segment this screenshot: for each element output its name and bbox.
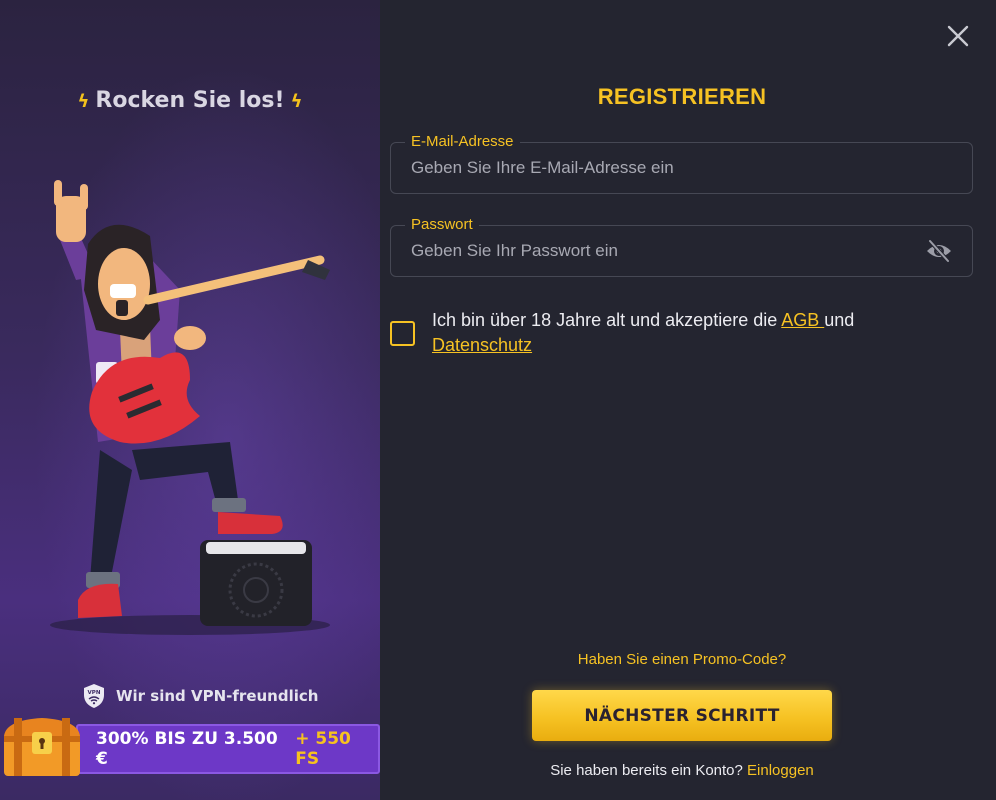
next-step-button[interactable]: NÄCHSTER SCHRITT xyxy=(532,690,832,741)
age-terms-checkbox[interactable] xyxy=(390,321,415,346)
password-field[interactable]: Passwort xyxy=(390,216,973,277)
promo-tagline: ϟ Rocken Sie los! ϟ xyxy=(0,88,380,113)
consent-text: Ich bin über 18 Jahre alt und akzeptiere… xyxy=(432,308,952,358)
vpn-friendly-note: VPN Wir sind VPN-freundlich xyxy=(82,683,318,709)
password-input[interactable] xyxy=(411,226,911,276)
lightning-bolt-icon: ϟ xyxy=(77,91,90,112)
bonus-main-text: 300% BIS ZU 3.500 € xyxy=(96,729,278,769)
privacy-link[interactable]: Datenschutz xyxy=(432,335,532,355)
vpn-shield-icon: VPN xyxy=(84,684,104,708)
vpn-text: Wir sind VPN-freundlich xyxy=(116,687,319,705)
promo-code-link[interactable]: Haben Sie einen Promo-Code? xyxy=(390,651,974,668)
email-input[interactable] xyxy=(411,143,911,193)
login-prompt-row: Sie haben bereits ein Konto? Einloggen xyxy=(390,762,974,779)
consent-text-before: Ich bin über 18 Jahre alt und akzeptiere… xyxy=(432,310,782,330)
close-icon[interactable] xyxy=(946,24,970,48)
welcome-bonus-banner[interactable]: 300% BIS ZU 3.500 € + 550 FS xyxy=(0,718,380,776)
email-field[interactable]: E-Mail-Adresse xyxy=(390,133,973,194)
login-link[interactable]: Einloggen xyxy=(747,762,814,779)
form-title: REGISTRIEREN xyxy=(597,84,767,109)
promo-panel: ϟ Rocken Sie los! ϟ VPN Wir sind VPN-fre… xyxy=(0,0,380,800)
treasure-chest-icon xyxy=(4,718,80,776)
eye-off-icon[interactable] xyxy=(926,239,952,263)
terms-link[interactable]: AGB xyxy=(781,310,824,330)
consent-text-middle: und xyxy=(824,310,855,330)
bonus-box[interactable]: 300% BIS ZU 3.500 € + 550 FS xyxy=(76,724,380,774)
bonus-extra-text: + 550 FS xyxy=(295,729,351,769)
tagline-text: Rocken Sie los! xyxy=(95,88,285,113)
lightning-bolt-icon: ϟ xyxy=(290,91,303,112)
vpn-badge-text: VPN xyxy=(88,690,101,696)
login-prompt-text: Sie haben bereits ein Konto? xyxy=(550,762,743,779)
rocker-guitarist-illustration xyxy=(50,180,330,635)
